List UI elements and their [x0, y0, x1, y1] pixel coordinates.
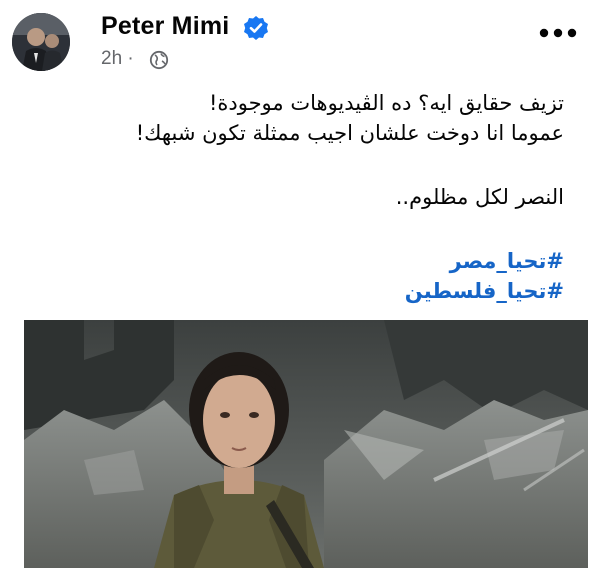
- post-line-1: تزيف حقايق ايه؟ ده الڤيديوهات موجودة!: [208, 91, 564, 115]
- post-line-2: عموما انا دوخت علشان اجيب ممثلة تكون شبه…: [135, 121, 564, 145]
- author-name[interactable]: Peter Mimi: [101, 12, 229, 41]
- hashtag-link-2[interactable]: #تحيا_فلسطين: [24, 276, 564, 306]
- post-body: تزيف حقايق ايه؟ ده الڤيديوهات موجودة! عم…: [24, 88, 564, 306]
- meta-separator: ·: [127, 48, 134, 69]
- avatar[interactable]: [12, 13, 70, 71]
- post-photo[interactable]: [24, 320, 588, 568]
- more-options-icon[interactable]: [538, 27, 578, 39]
- post-header: Peter Mimi 2h ·: [0, 0, 600, 80]
- verified-badge-icon: [244, 16, 268, 40]
- post-closing-line: النصر لكل مظلوم..: [395, 185, 564, 209]
- globe-icon[interactable]: [149, 50, 169, 70]
- post-time[interactable]: 2h: [101, 48, 122, 69]
- hashtag-link-1[interactable]: #تحيا_مصر: [24, 246, 564, 276]
- post-meta: 2h ·: [101, 48, 134, 70]
